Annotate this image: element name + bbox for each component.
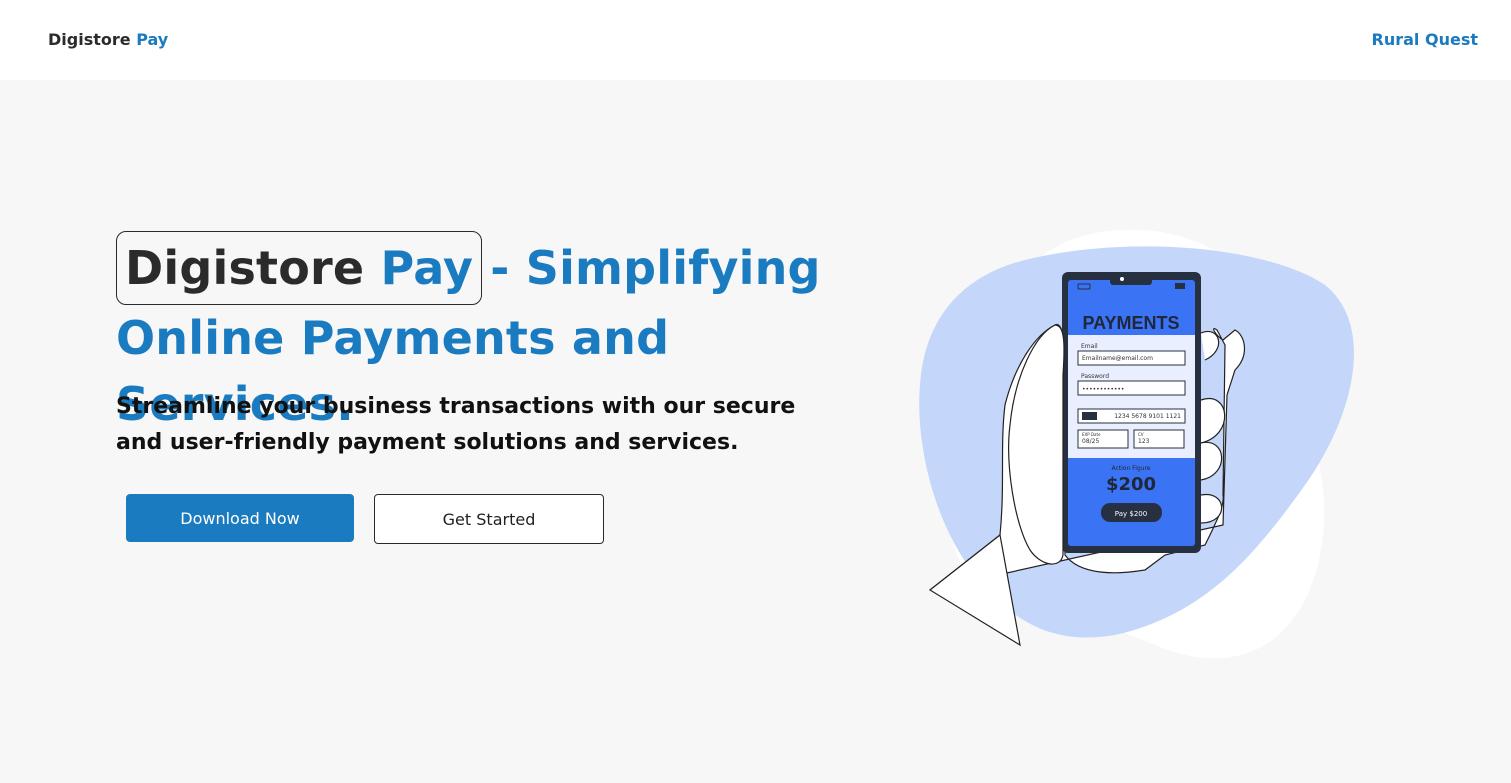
password-label: Password: [1081, 373, 1109, 380]
amount-label: Action Figure: [1111, 465, 1150, 472]
card-number: 1234 5678 9101 1121: [1114, 413, 1181, 420]
download-now-button[interactable]: Download Now: [126, 494, 354, 542]
cvv-label: CV: [1138, 432, 1144, 437]
nav-link-rural-quest[interactable]: Rural Quest: [1372, 30, 1478, 49]
exp-label: EXP Date: [1082, 432, 1101, 437]
phone-notch: [1110, 275, 1152, 285]
brand-accent-text: Pay: [136, 30, 169, 49]
card-icon: [1082, 412, 1097, 420]
phone-camera: [1120, 277, 1124, 281]
pay-button-label: Pay $200: [1115, 510, 1147, 518]
amount-value: $200: [1106, 474, 1156, 495]
exp-value: 08/25: [1082, 438, 1099, 445]
headline-brand-blue: Pay: [380, 241, 474, 295]
signal-icon: [1175, 283, 1185, 289]
headline-brand-dark: Digistore: [125, 241, 365, 295]
hero-subtext: Streamline your business transactions wi…: [116, 394, 796, 455]
email-value: Emailname@email.com: [1082, 355, 1153, 362]
headline-brand-box: Digistore Pay: [116, 231, 483, 305]
navbar: Digistore Pay Rural Quest: [0, 0, 1511, 80]
brand-main-text: Digistore: [48, 30, 131, 49]
brand-logo[interactable]: Digistore Pay: [48, 30, 168, 49]
phone-title: PAYMENTS: [1082, 313, 1179, 333]
password-value: ••••••••••••: [1082, 386, 1124, 393]
payment-phone-illustration: PAYMENTS Email Emailname@email.com Passw…: [919, 229, 1354, 659]
get-started-button[interactable]: Get Started: [374, 494, 604, 544]
cvv-value: 123: [1138, 438, 1150, 445]
email-label: Email: [1081, 343, 1098, 350]
